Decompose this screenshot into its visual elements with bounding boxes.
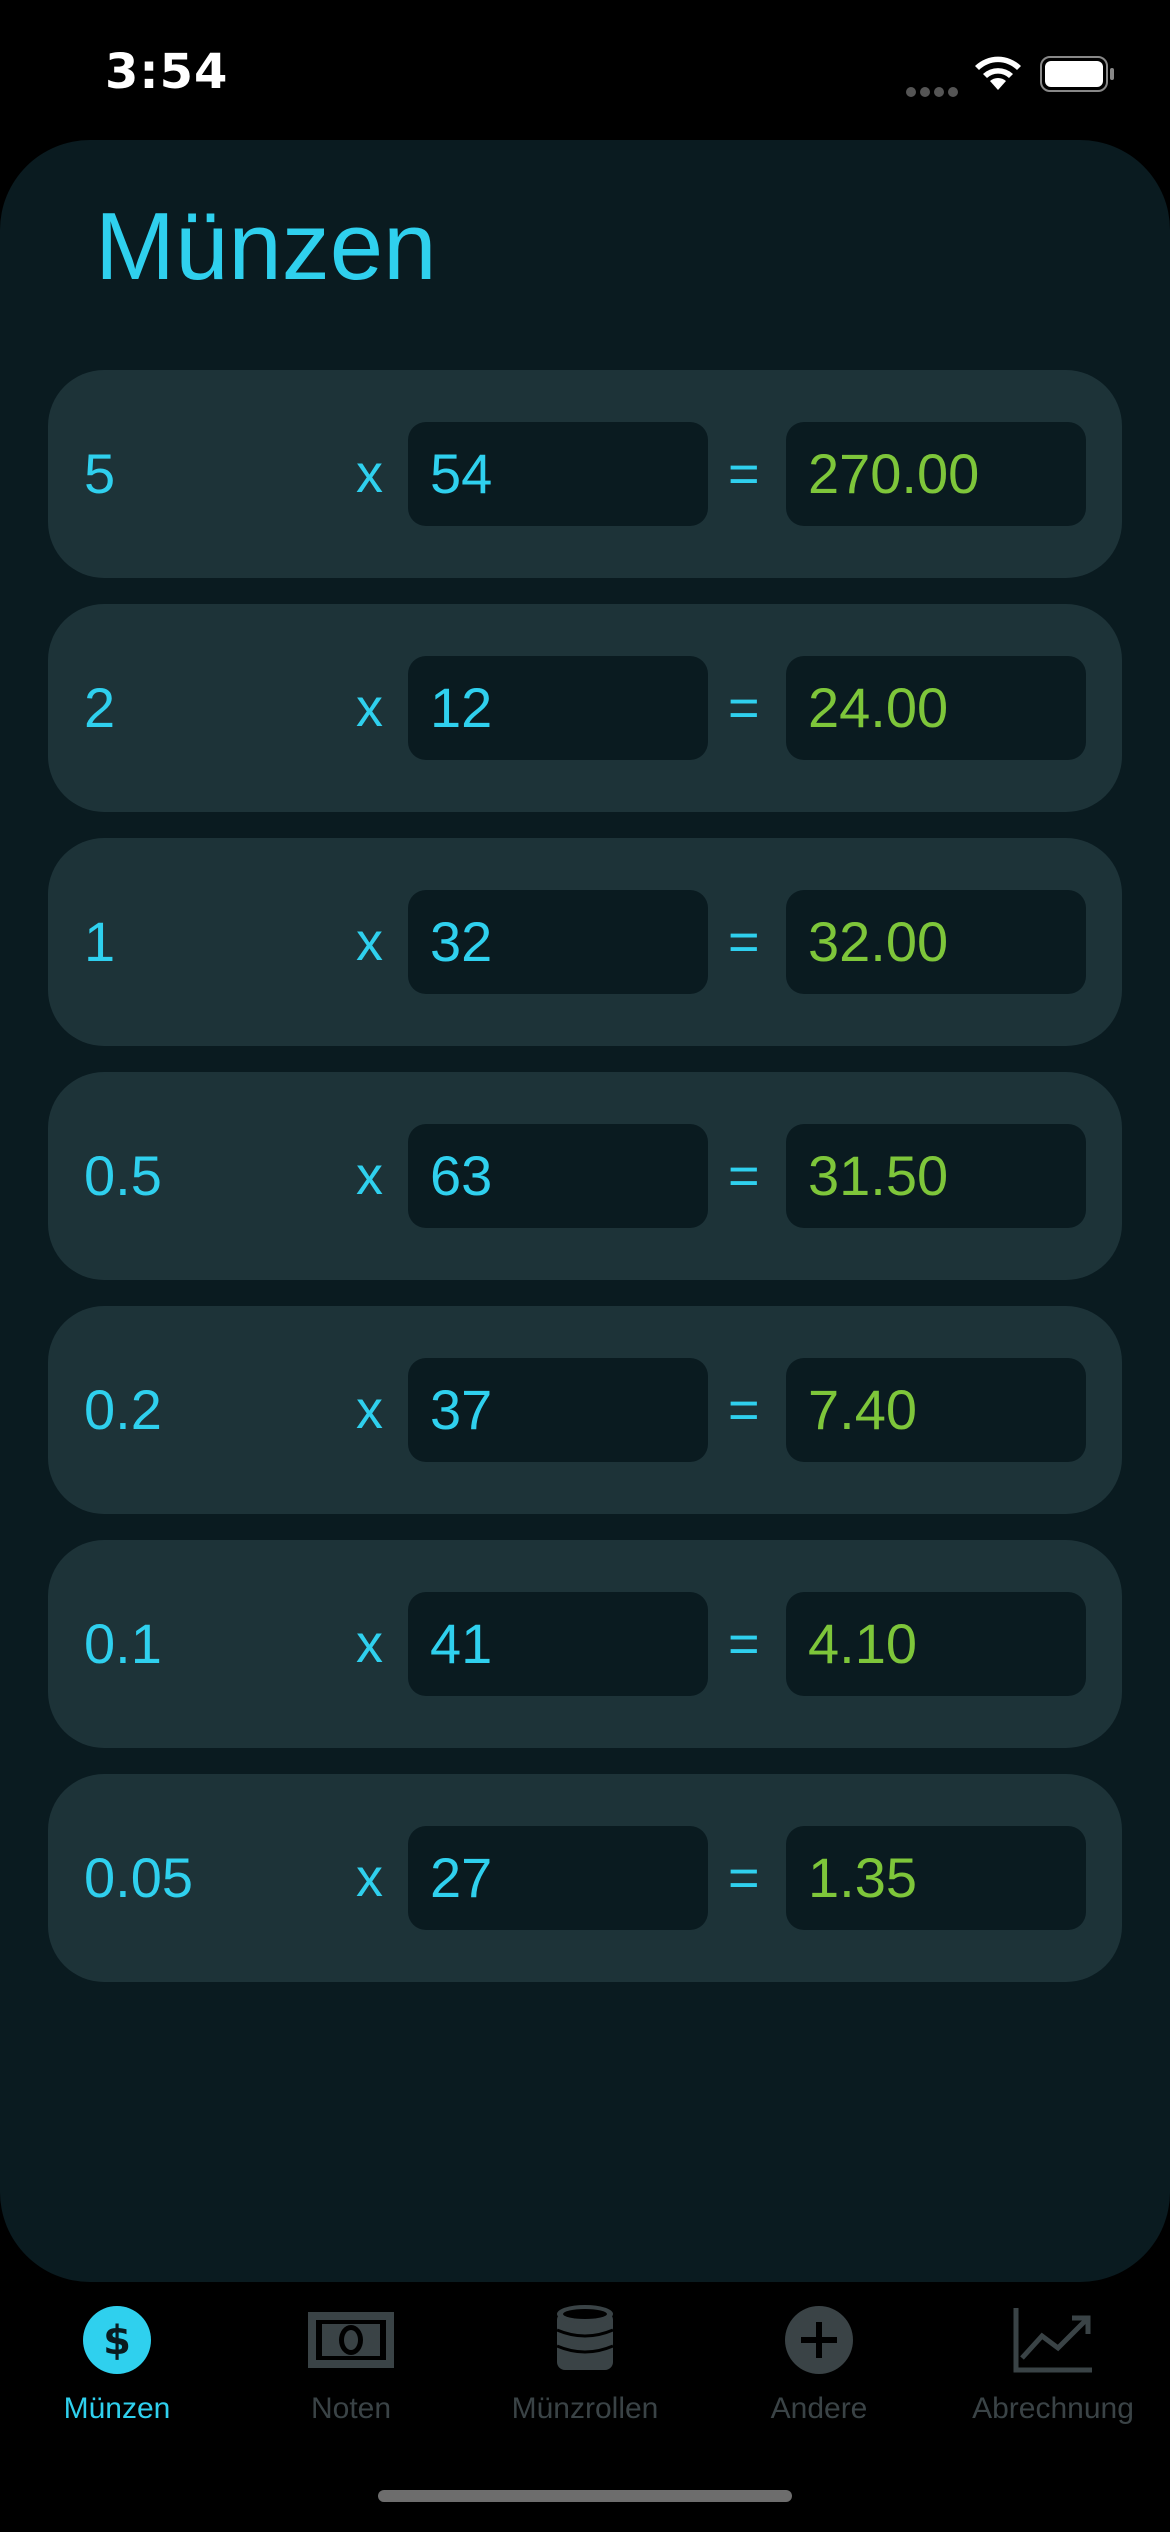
multiply-sign: x [356, 1614, 383, 1674]
coin-denomination: 0.1 [84, 1612, 162, 1675]
coin-row: 0.2 x 37 = 7.40 [48, 1306, 1122, 1514]
coin-total-value: 4.10 [786, 1592, 1086, 1696]
coin-row: 1 x 32 = 32.00 [48, 838, 1122, 1046]
multiply-sign: x [356, 912, 383, 972]
coin-total-value: 7.40 [786, 1358, 1086, 1462]
coin-denomination: 1 [84, 910, 116, 973]
coin-quantity-input[interactable]: 12 [408, 656, 708, 760]
plus-circle-icon [785, 2306, 853, 2374]
coin-denomination: 0.5 [84, 1144, 162, 1207]
coin-quantity-input[interactable]: 32 [408, 890, 708, 994]
equals-sign: = [728, 1146, 760, 1206]
equals-sign: = [728, 678, 760, 738]
coin-stack-icon [556, 2305, 614, 2370]
coin-row: 2 x 12 = 24.00 [48, 604, 1122, 812]
coin-row: 5 x 54 = 270.00 [48, 370, 1122, 578]
coin-quantity-input[interactable]: 27 [408, 1826, 708, 1930]
coin-quantity-input[interactable]: 63 [408, 1124, 708, 1228]
tab-muenzrollen[interactable]: Münzrollen [468, 2304, 702, 2454]
tab-label: Münzrollen [511, 2392, 659, 2425]
equals-sign: = [728, 444, 760, 504]
home-indicator[interactable] [378, 2490, 792, 2502]
equals-sign: = [728, 1614, 760, 1674]
coin-quantity-input[interactable]: 54 [408, 422, 708, 526]
tab-label: Andere [770, 2392, 868, 2425]
dollar-circle-icon: $ [83, 2306, 151, 2374]
tab-muenzen[interactable]: $ Münzen [0, 2304, 234, 2454]
coin-row: 0.05 x 27 = 1.35 [48, 1774, 1122, 1982]
coin-total-value: 31.50 [786, 1124, 1086, 1228]
tab-abrechnung[interactable]: Abrechnung [936, 2304, 1170, 2454]
tab-label: Abrechnung [972, 2392, 1134, 2425]
banknote-icon [308, 2312, 394, 2368]
multiply-sign: x [356, 1848, 383, 1908]
status-bar: 3:54 [0, 0, 1170, 140]
coin-denomination: 2 [84, 676, 116, 739]
coin-denomination: 5 [84, 442, 116, 505]
equals-sign: = [728, 912, 760, 972]
coin-quantity-input[interactable]: 41 [408, 1592, 708, 1696]
page-title: Münzen [95, 193, 437, 300]
chart-line-icon [1013, 2308, 1092, 2373]
coin-total-value: 32.00 [786, 890, 1086, 994]
coin-quantity-input[interactable]: 37 [408, 1358, 708, 1462]
tab-label: Münzen [63, 2392, 171, 2425]
battery-icon [1040, 56, 1114, 92]
equals-sign: = [728, 1380, 760, 1440]
multiply-sign: x [356, 1380, 383, 1440]
coin-total-value: 270.00 [786, 422, 1086, 526]
status-time: 3:54 [105, 44, 229, 100]
coin-denomination: 0.2 [84, 1378, 162, 1441]
coin-total-value: 1.35 [786, 1826, 1086, 1930]
tab-noten[interactable]: Noten [234, 2304, 468, 2454]
coin-denomination: 0.05 [84, 1846, 193, 1909]
coin-list: 5 x 54 = 270.00 2 x 12 = 24.00 1 x 32 = … [48, 370, 1122, 2008]
multiply-sign: x [356, 444, 383, 504]
multiply-sign: x [356, 678, 383, 738]
wifi-icon [975, 56, 1021, 90]
tab-label: Noten [310, 2392, 392, 2425]
coin-row: 0.1 x 41 = 4.10 [48, 1540, 1122, 1748]
main-panel: Münzen 5 x 54 = 270.00 2 x 12 = 24.00 1 … [0, 140, 1170, 2282]
svg-text:$: $ [103, 2318, 131, 2364]
tab-andere[interactable]: Andere [702, 2304, 936, 2454]
coin-total-value: 24.00 [786, 656, 1086, 760]
multiply-sign: x [356, 1146, 383, 1206]
coin-row: 0.5 x 63 = 31.50 [48, 1072, 1122, 1280]
equals-sign: = [728, 1848, 760, 1908]
cellular-signal-icon [906, 82, 962, 97]
